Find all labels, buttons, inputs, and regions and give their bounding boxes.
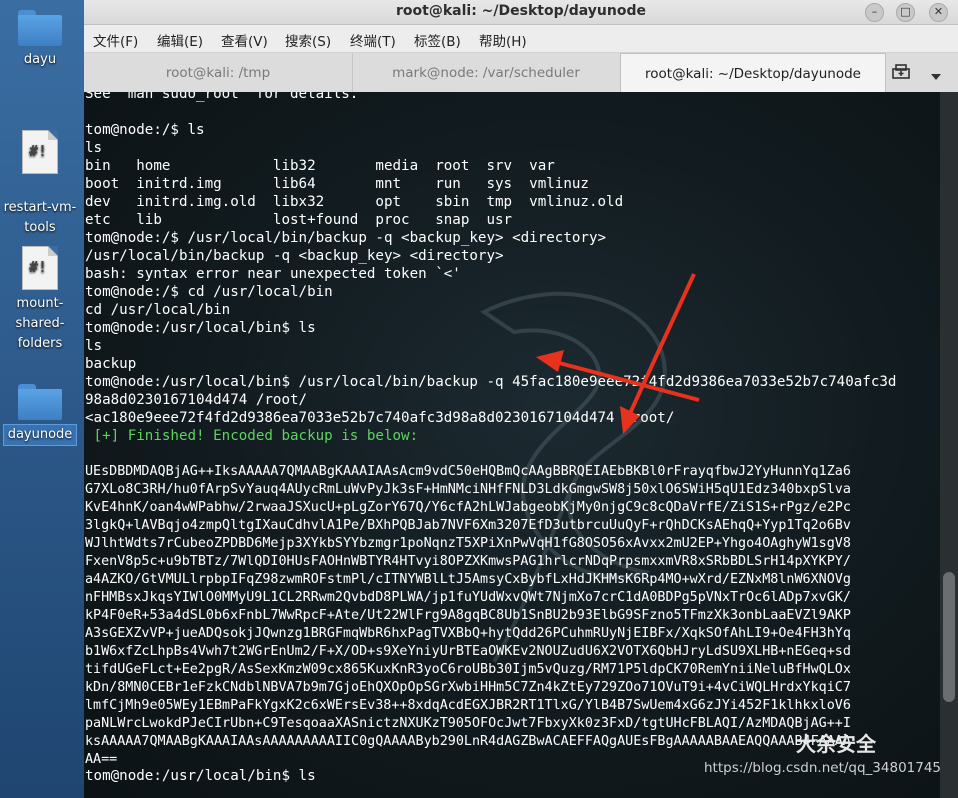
desktop: dayu #! restart-vm- tools #! mount- shar… xyxy=(0,0,84,798)
encoded-backup-line: a4AZKO/GtVMULlrpbpIFqZ98zwmROFstmPl/cITN… xyxy=(85,572,851,587)
scrollbar-thumb[interactable] xyxy=(943,572,955,702)
terminal-output[interactable]: See "man sudo_root" for details. tom@node… xyxy=(84,92,940,798)
encoded-backup-line: ksAAAAA7QMAABgKAAAIAAsAAAAAAAAAIIC0gQAAA… xyxy=(85,734,851,749)
terminal-line: dev initrd.img.old libx32 opt sbin tmp v… xyxy=(85,194,624,210)
encoded-backup-line: lmfCjMh9e05WEy1EBmPaFkYgxK2c6xWErsEv38++… xyxy=(85,698,851,713)
encoded-backup-line: A3sGEXZvVP+jueADQsokjJQwnzg1BRGFmqWbR6hx… xyxy=(85,626,851,641)
maximize-button[interactable]: □ xyxy=(896,3,915,22)
encoded-backup-line: 3lgkQ+lAVBqjo4zmpQltgIXauCdhvlA1Pe/BXhPQ… xyxy=(85,518,851,533)
desktop-icon-label: dayunode xyxy=(2,424,78,446)
terminal-scrollbar[interactable] xyxy=(940,92,958,798)
desktop-icon-label: mount- shared- folders xyxy=(15,296,65,351)
watermark-url: https://blog.csdn.net/qq_34801745 xyxy=(704,760,940,776)
watermark-brand: 大余安全 xyxy=(796,732,876,756)
encoded-backup-line: tifdUGeFLct+Ee2pgR/AsSexKmzW09cx865KuxKn… xyxy=(85,662,851,677)
menu-file[interactable]: 文件(F) xyxy=(93,30,138,50)
terminal-line: ls xyxy=(85,338,103,354)
encoded-backup-line: b1W6xfZcLhpBs4Vwh7t2WGrEnUm2/F+X/OD+s9Xe… xyxy=(85,644,851,659)
terminal-line: /usr/local/bin/backup -q <backup_key> <d… xyxy=(85,248,504,264)
encoded-backup-line: G7XLo8C3RH/hu0fArpSvYauq4AUycRmLuWvPyJk3… xyxy=(85,482,851,497)
menu-help[interactable]: 帮助(H) xyxy=(479,30,527,50)
terminal-line: 98a8d0230167104d474 /root/ xyxy=(85,392,308,408)
encoded-backup-line: kDn/8MN0CEBr1eFzkCNdblNBVA7b9m7GjoEhQXOp… xyxy=(85,680,851,695)
terminal-line: ls xyxy=(85,140,103,156)
arrow-line xyxy=(547,358,700,402)
menu-edit[interactable]: 编辑(E) xyxy=(157,30,203,50)
tab-root-tmp[interactable]: root@kali: /tmp xyxy=(84,53,353,93)
terminal-line: tom@node:/usr/local/bin$ ls xyxy=(85,320,316,336)
terminal-line: etc lib lost+found proc snap usr xyxy=(85,212,513,228)
terminal-line: tom@node:/$ cd /usr/local/bin xyxy=(85,284,333,300)
arrow-head xyxy=(536,350,564,372)
annotation-arrows xyxy=(536,273,700,434)
desktop-icon-label: restart-vm- tools xyxy=(3,200,77,235)
title-bar: root@kali: ~/Desktop/dayunode – □ ✕ xyxy=(84,0,958,25)
desktop-icon-dayu[interactable]: dayu xyxy=(0,10,80,70)
encoded-backup-line: KvE4hnK/oan4wWPabhw/2rwaaJSXucU+pLgZorY6… xyxy=(85,500,851,515)
terminal-line: tom@node:/$ /usr/local/bin/backup -q <ba… xyxy=(85,230,607,246)
tab-mark-scheduler[interactable]: mark@node: /var/scheduler xyxy=(352,53,621,93)
new-tab-icon[interactable] xyxy=(891,63,911,83)
script-file-icon: #! xyxy=(22,130,58,174)
terminal-line: backup xyxy=(85,356,137,372)
terminal-line: [+] Finished! Encoded backup is below: xyxy=(85,428,419,444)
tab-root-dayunode[interactable]: root@kali: ~/Desktop/dayunode xyxy=(620,53,886,94)
encoded-backup-line: AA== xyxy=(85,752,118,767)
desktop-icon-restart-vm-tools[interactable]: #! restart-vm- tools xyxy=(0,110,80,258)
window-title: root@kali: ~/Desktop/dayunode xyxy=(396,3,646,19)
terminal-line: bash: syntax error near unexpected token… xyxy=(85,266,461,282)
encoded-backup-line: UEsDBDMDAQBjAG++IksAAAAA7QMAABgKAAAIAAsA… xyxy=(85,464,851,479)
encoded-backup-line: FxenV8p5c+u9bTBTz/7WlQDI0HUsFAOHnWBTYR4H… xyxy=(85,554,851,569)
terminal-line: tom@node:/$ ls xyxy=(85,122,205,138)
encoded-backup-line: kP4F0eR+53a4dSL0b6xFnbL7WwRpcF+Ate/Ut22W… xyxy=(85,608,851,623)
terminal-line: boot initrd.img lib64 mnt run sys vmlinu… xyxy=(85,176,589,192)
menu-search[interactable]: 搜索(S) xyxy=(285,30,331,50)
encoded-backup-line: WJlhtWdts7rCubeoZPDBD6Mejp3XYkbSYYbzmgr1… xyxy=(85,536,851,551)
terminal-window: root@kali: ~/Desktop/dayunode – □ ✕ 文件(F… xyxy=(84,0,958,798)
close-button[interactable]: ✕ xyxy=(929,3,948,22)
encoded-backup-line: paNLWrcLwokdPJeCIrUbn+C9TesqoaaXASnictzN… xyxy=(85,716,851,731)
encoded-backup-line: nFHMBsxJkqsYIWlO0MMyU9L1CL2RRwm2QvbdD8PL… xyxy=(85,590,851,605)
menu-view[interactable]: 查看(V) xyxy=(221,30,268,50)
arrow-line xyxy=(624,273,696,423)
terminal-prompt-line: tom@node:/usr/local/bin$ ls xyxy=(85,768,316,784)
menu-bar: 文件(F) 编辑(E) 查看(V) 搜索(S) 终端(T) 标签(B) 帮助(H… xyxy=(84,25,958,53)
terminal-line: cd /usr/local/bin xyxy=(85,302,231,318)
menu-tabs[interactable]: 标签(B) xyxy=(414,30,461,50)
script-file-icon: #! xyxy=(22,246,58,290)
terminal-line: See "man sudo_root" for details. xyxy=(85,92,359,102)
terminal-line: tom@node:/usr/local/bin$ /usr/local/bin/… xyxy=(85,374,897,390)
tab-bar: root@kali: /tmp mark@node: /var/schedule… xyxy=(84,53,958,94)
folder-icon xyxy=(18,384,62,420)
desktop-icon-label: dayu xyxy=(23,52,57,67)
desktop-icon-mount-shared-folders[interactable]: #! mount- shared- folders xyxy=(0,246,80,354)
terminal-line: bin home lib32 media root srv var xyxy=(85,158,555,174)
desktop-icon-dayunode[interactable]: dayunode xyxy=(0,384,80,446)
minimize-button[interactable]: – xyxy=(865,3,884,22)
chevron-down-icon[interactable] xyxy=(929,67,943,86)
menu-terminal[interactable]: 终端(T) xyxy=(350,30,396,50)
folder-icon xyxy=(18,10,62,46)
